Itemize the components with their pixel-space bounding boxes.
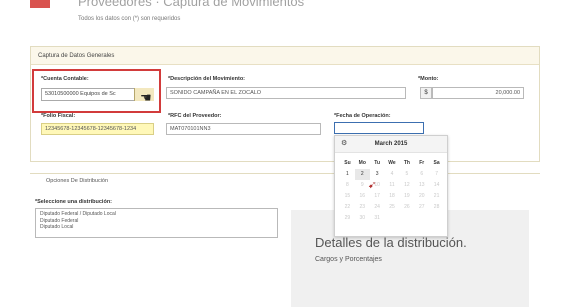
distribution-select-label: *Seleccione una distribución:: [35, 199, 113, 205]
day-cell[interactable]: 5: [399, 169, 414, 180]
day-cell[interactable]: 21: [429, 191, 444, 202]
distribution-details-title: Detalles de la distribución.: [315, 235, 467, 250]
week-row: 15 16 17 18 19 20 21: [340, 191, 444, 202]
day-cell[interactable]: 1: [340, 169, 355, 180]
day-cell[interactable]: 4: [385, 169, 400, 180]
day-cell[interactable]: 13: [414, 180, 429, 191]
datepicker-header: ⚙ March 2015: [335, 136, 447, 153]
day-cell[interactable]: 20: [414, 191, 429, 202]
folio-fiscal-input[interactable]: 12345678-12345678-12345678-1234: [41, 123, 154, 135]
rfc-input[interactable]: MAT070101NN3: [166, 123, 321, 135]
distribution-option[interactable]: Diputado Local: [40, 224, 273, 231]
day-cell[interactable]: 11: [385, 180, 400, 191]
day-cell[interactable]: 28: [429, 202, 444, 213]
day-cell[interactable]: 31: [370, 213, 385, 224]
day-cell[interactable]: 15: [340, 191, 355, 202]
day-cell[interactable]: 17: [370, 191, 385, 202]
descripcion-label: *Descripción del Movimiento:: [168, 76, 246, 82]
day-cell[interactable]: 6: [414, 169, 429, 180]
day-cell[interactable]: [385, 213, 400, 224]
week-row: 22 23 24 25 26 27 28: [340, 202, 444, 213]
day-cell[interactable]: [414, 213, 429, 224]
day-cell[interactable]: 24: [370, 202, 385, 213]
day-cell[interactable]: 16: [355, 191, 370, 202]
weekday-label: Sa: [433, 160, 440, 166]
page-title: Proveedores · Captura de Movimientos: [78, 0, 305, 9]
day-cell[interactable]: 14: [429, 180, 444, 191]
day-cell[interactable]: 29: [340, 213, 355, 224]
folio-fiscal-label: *Folio Fiscal:: [41, 113, 76, 119]
weekday-label: Su: [344, 160, 351, 166]
rfc-label: *RFC del Proveedor:: [168, 113, 222, 119]
day-cell[interactable]: [429, 213, 444, 224]
mouse-pointer-icon: ➹: [368, 180, 377, 191]
distribution-details-subtitle: Cargos y Porcentajes: [315, 256, 382, 263]
week-row: 29 30 31: [340, 213, 444, 224]
monto-input[interactable]: 20,000.00: [432, 87, 524, 99]
currency-symbol: $: [420, 87, 432, 99]
datepicker-month-title: March 2015: [374, 141, 408, 147]
day-cell[interactable]: [399, 213, 414, 224]
fecha-operacion-label: *Fecha de Operación:: [334, 113, 391, 119]
day-cell[interactable]: 23: [355, 202, 370, 213]
day-cell[interactable]: 3: [370, 169, 385, 180]
day-cell[interactable]: 27: [414, 202, 429, 213]
fecha-operacion-input[interactable]: [334, 122, 424, 134]
datepicker-grid: Su Mo Tu We Th Fr Sa 1 2 3 4 5 6 7 8 9 1…: [340, 158, 444, 224]
day-cell[interactable]: 7: [429, 169, 444, 180]
week-row: 8 9 10 11 12 13 14: [340, 180, 444, 191]
day-cell[interactable]: 12: [399, 180, 414, 191]
day-cell[interactable]: 2: [354, 169, 370, 180]
day-cell[interactable]: 26: [399, 202, 414, 213]
weekday-row: Su Mo Tu We Th Fr Sa: [340, 158, 444, 169]
datepicker-popup: ⚙ March 2015 Su Mo Tu We Th Fr Sa 1 2 3 …: [334, 135, 448, 237]
distribution-options-title: Opciones De Distribución: [30, 173, 540, 187]
week-row: 1 2 3 4 5 6 7: [340, 169, 444, 180]
weekday-label: Mo: [358, 160, 366, 166]
required-fields-note: Todos los datos con (*) son requeridos: [78, 16, 181, 22]
day-cell[interactable]: 19: [399, 191, 414, 202]
general-data-panel-title: Captura de Datos Generales: [31, 47, 539, 65]
monto-label: *Monto:: [418, 76, 439, 82]
day-cell[interactable]: 22: [340, 202, 355, 213]
day-cell[interactable]: 30: [355, 213, 370, 224]
cuenta-contable-highlight: [32, 69, 161, 113]
weekday-label: Th: [403, 160, 410, 166]
descripcion-input[interactable]: SONIDO CAMPAÑA EN EL ZOCALO: [166, 87, 406, 99]
weekday-label: Tu: [374, 160, 381, 166]
weekday-label: We: [388, 160, 396, 166]
day-cell[interactable]: 18: [385, 191, 400, 202]
day-cell[interactable]: 25: [385, 202, 400, 213]
header-accent-bar: [30, 0, 50, 8]
weekday-label: Fr: [419, 160, 425, 166]
distribution-listbox[interactable]: Diputado Federal / Diputado Local Diputa…: [35, 208, 278, 238]
day-cell[interactable]: 8: [340, 180, 355, 191]
